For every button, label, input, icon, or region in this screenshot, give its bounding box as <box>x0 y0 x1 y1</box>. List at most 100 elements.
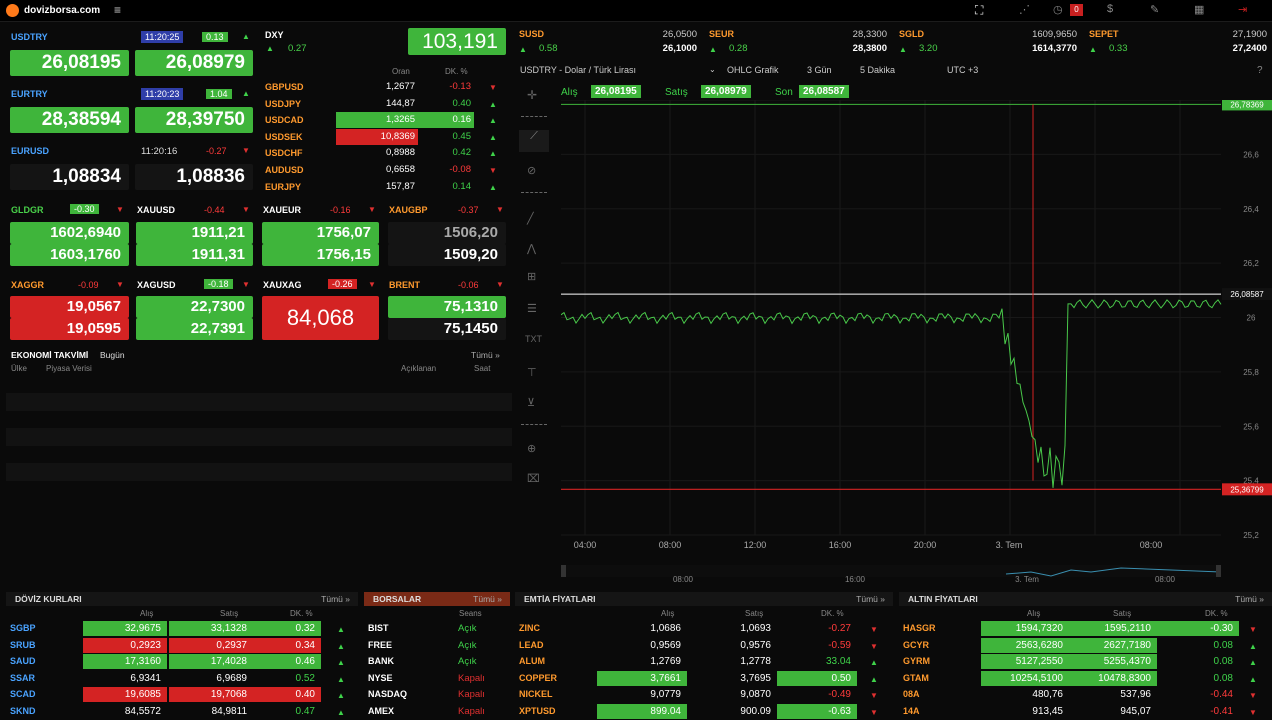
table-row[interactable]: HASGR 1594,7320 1595,2110 -0.30 ▼ <box>899 621 1272 637</box>
navigator-handle-left[interactable] <box>561 565 566 577</box>
alarm-icon[interactable]: ◷ <box>1053 3 1063 16</box>
table-row[interactable]: BIST Açık <box>364 621 510 637</box>
logout-icon[interactable]: ⇥ <box>1238 3 1247 16</box>
tile-eurtry[interactable]: EURTRY 11:20:23 1.04 ▲ 28,38594 28,39750 <box>6 85 256 135</box>
fx-row[interactable]: EURJPY 157,87 0.14 ▲ <box>262 179 510 195</box>
tile-xaueur[interactable]: XAUEUR -0.16 ▼ 1756,07 1756,15 <box>258 201 384 266</box>
fibonacci-icon[interactable]: ☰ <box>527 302 537 315</box>
table-row[interactable]: XPTUSD 899.04 900.09 -0.63 ▼ <box>515 703 893 720</box>
tile-name: XAUXAG <box>263 280 302 290</box>
tile-bid: 1,08834 <box>10 164 129 190</box>
column-header: Seans <box>459 609 482 618</box>
top-quote[interactable]: SEUR ▲ 0.28 28,3300 28,3800 <box>705 24 893 60</box>
help-icon[interactable]: ? <box>1257 65 1263 76</box>
table-row[interactable]: NASDAQ Kapalı <box>364 687 510 703</box>
section-all-link[interactable]: Tümü » <box>473 592 502 606</box>
chart-interval-select[interactable]: 5 Dakika <box>860 65 895 75</box>
tile-dxy[interactable]: DXY ▲ 0.27 103,191 <box>262 28 510 58</box>
table-row[interactable]: NYSE Kapalı <box>364 671 510 687</box>
trash-icon[interactable]: ⌧ <box>527 472 540 485</box>
column-header: Alış <box>140 609 154 618</box>
row-change: -0.63 <box>777 703 857 719</box>
projection-icon[interactable]: ⊻ <box>527 396 535 409</box>
table-row[interactable]: BANK Açık <box>364 654 510 670</box>
top-quote[interactable]: SUSD ▲ 0.58 26,0500 26,1000 <box>515 24 703 60</box>
header-rate: Oran <box>392 67 410 76</box>
up-arrow-icon: ▲ <box>489 149 497 159</box>
fx-row[interactable]: GBPUSD 1,2677 -0.13 ▼ <box>262 79 510 95</box>
rectangle-icon[interactable]: ⊞ <box>527 270 536 283</box>
section-header: EMTİA FİYATLARI Tümü » <box>515 592 893 606</box>
navigator-handle-right[interactable] <box>1216 565 1221 577</box>
tile-ask: 28,39750 <box>135 107 253 133</box>
column-header: DK. % <box>821 609 844 618</box>
table-row[interactable]: GCYR 2563,6280 2627,7180 0.08 ▲ <box>899 637 1272 654</box>
pitchfork-icon[interactable]: ⋀ <box>527 242 536 255</box>
row-change: 0.52 <box>295 672 315 684</box>
table-row[interactable]: SCAD 19,6085 19,7068 0.40 ▲ <box>6 687 358 703</box>
row-name: ALUM <box>519 656 545 666</box>
calendar-icon[interactable]: ▦ <box>1194 3 1204 16</box>
zoom-icon[interactable]: ⊕ <box>527 442 536 455</box>
table-row[interactable]: GYRM 5127,2550 5255,4370 0.08 ▲ <box>899 654 1272 670</box>
fx-row[interactable]: AUDUSD 0,6658 -0.08 ▼ <box>262 162 510 178</box>
table-row[interactable]: 08A 480,76 537,96 -0.44 ▼ <box>899 687 1272 703</box>
table-row[interactable]: ALUM 1,2769 1,2778 33.04 ▲ <box>515 654 893 670</box>
chart-range-select[interactable]: 3 Gün <box>807 65 832 75</box>
calendar-all-link[interactable]: Tümü » <box>471 350 500 360</box>
tile-xauusd[interactable]: XAUUSD -0.44 ▼ 1911,21 1911,31 <box>132 201 258 266</box>
up-arrow-icon: ▲ <box>337 691 345 700</box>
top-quote[interactable]: SEPET ▲ 0.33 27,1900 27,2400 <box>1085 24 1272 60</box>
table-row[interactable]: AMEX Kapalı <box>364 704 510 720</box>
trendline-icon[interactable]: ⟋ <box>519 130 549 152</box>
x-tick-label: 20:00 <box>914 540 937 550</box>
top-quote[interactable]: SGLD ▲ 3.20 1609,9650 1614,3770 <box>895 24 1083 60</box>
tile-xaugbp[interactable]: XAUGBP -0.37 ▼ 1506,20 1509,20 <box>384 201 512 266</box>
chart-tz-select[interactable]: UTC +3 <box>947 65 978 75</box>
header-change: DK. % <box>445 67 468 76</box>
share-icon[interactable]: ⋰ <box>1019 3 1030 16</box>
tile-usdtry[interactable]: USDTRY 11:20:25 0.13 ▲ 26,08195 26,08979 <box>6 28 256 78</box>
price-chart[interactable]: 26,826,626,426,22625,825,625,425,204:000… <box>561 100 1272 590</box>
line-icon[interactable]: ╱ <box>527 212 534 225</box>
table-row[interactable]: ZINC 1,0686 1,0693 -0.27 ▼ <box>515 621 893 637</box>
fullscreen-icon[interactable]: ⛶ <box>975 3 983 18</box>
table-row[interactable]: SKND 84,5572 84,9811 0.47 ▲ <box>6 704 358 720</box>
tile-xaggr[interactable]: XAGGR -0.09 ▼ 19,0567 19,0595 <box>6 276 132 341</box>
tile-eurusd[interactable]: EURUSD 11:20:16 -0.27 ▼ 1,08834 1,08836 <box>6 142 256 192</box>
navigator[interactable] <box>561 565 1221 577</box>
fx-row[interactable]: USDSEK 10,8369 0.45 ▲ <box>262 128 510 145</box>
fx-row[interactable]: USDCHF 0,8988 0.42 ▲ <box>262 145 510 161</box>
hide-icon[interactable]: ⊘ <box>527 164 536 177</box>
crosshair-icon[interactable]: ✛ <box>527 88 537 102</box>
table-row[interactable]: SSAR 6,9341 6,9689 0.52 ▲ <box>6 671 358 687</box>
section-all-link[interactable]: Tümü » <box>856 592 885 606</box>
chevron-down-icon[interactable]: ⌄ <box>709 65 716 74</box>
tile-xauxag[interactable]: XAUXAG -0.26 ▼ 84,068 <box>258 276 384 341</box>
row-change: -0.44 <box>1210 689 1233 700</box>
table-row[interactable]: NICKEL 9,0779 9,0870 -0.49 ▼ <box>515 687 893 703</box>
table-row[interactable]: SGBP 32,9675 33,1328 0.32 ▲ <box>6 621 358 637</box>
table-row[interactable]: SAUD 17,3160 17,4028 0.46 ▲ <box>6 654 358 670</box>
edit-icon[interactable]: ✎ <box>1150 3 1159 16</box>
section-all-link[interactable]: Tümü » <box>1235 592 1264 606</box>
notification-badge[interactable]: 0 <box>1070 4 1083 16</box>
table-row[interactable]: 14A 913,45 945,07 -0.41 ▼ <box>899 704 1272 720</box>
table-row[interactable]: GTAM 10254,5100 10478,8300 0.08 ▲ <box>899 670 1272 687</box>
chart-type-select[interactable]: OHLC Grafik <box>727 65 779 75</box>
tile-xagusd[interactable]: XAGUSD -0.18 ▼ 22,7300 22,7391 <box>132 276 258 341</box>
currency-icon[interactable]: $ <box>1107 3 1113 15</box>
text-icon[interactable]: TXT <box>525 334 542 344</box>
table-row[interactable]: FREE Açık <box>364 638 510 654</box>
menu-icon[interactable]: ≡ <box>114 3 121 17</box>
measure-icon[interactable]: ⊤ <box>527 366 537 379</box>
section-all-link[interactable]: Tümü » <box>321 592 350 606</box>
table-row[interactable]: LEAD 0,9569 0,9576 -0.59 ▼ <box>515 638 893 654</box>
tile-brent[interactable]: BRENT -0.06 ▼ 75,1310 75,1450 <box>384 276 512 341</box>
table-row[interactable]: SRUB 0,2923 0,2937 0.34 ▲ <box>6 637 358 654</box>
tile-gldgr[interactable]: GLDGR -0.30 ▼ 1602,6940 1603,1760 <box>6 201 132 266</box>
row-bid: 17,3160 <box>83 654 167 669</box>
fx-row[interactable]: USDJPY 144,87 0.40 ▲ <box>262 96 510 112</box>
fx-row[interactable]: USDCAD 1,3265 0.16 ▲ <box>262 112 510 129</box>
table-row[interactable]: COPPER 3,7661 3,7695 0.50 ▲ <box>515 670 893 687</box>
